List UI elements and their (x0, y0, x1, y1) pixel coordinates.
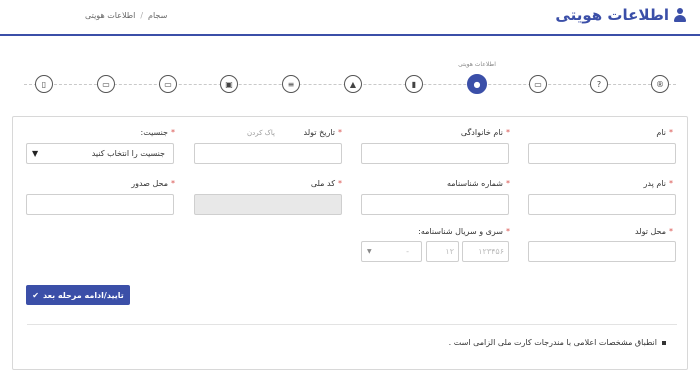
series-letter-select[interactable]: - ▼ (361, 241, 422, 262)
issue-place-label: *محل صدور (131, 179, 175, 188)
national-code-label: *کد ملی (310, 179, 342, 188)
step-question-icon[interactable]: ? (590, 75, 608, 93)
birth-place-input[interactable] (528, 241, 676, 262)
identity-form: *نام *نام خانوادگی *تاریخ تولد پاک کردن … (12, 116, 688, 370)
breadcrumb: سجام / اطلاعات هویتی (85, 11, 167, 20)
step-document-icon[interactable]: ▯ (35, 75, 53, 93)
submit-label: تایید/ادامه مرحله بعد (42, 290, 124, 300)
breadcrumb-separator: / (140, 11, 144, 20)
step-credit-card-icon[interactable]: ▭ (97, 75, 115, 93)
page-title: اطلاعات هویتی (555, 6, 686, 24)
page-header: اطلاعات هویتی سجام / اطلاعات هویتی (0, 0, 700, 36)
birth-place-label: *محل تولد (634, 227, 673, 236)
chevron-down-icon: ▼ (32, 149, 39, 158)
series-number-input[interactable]: ۱۲ (426, 241, 459, 262)
serial-number-input[interactable]: ۱۲۳۴۵۶ (462, 241, 509, 262)
father-label: *نام پدر (643, 179, 673, 188)
issue-place-input[interactable] (26, 194, 174, 215)
user-icon (674, 8, 686, 22)
birth-date-input[interactable] (194, 143, 342, 164)
step-bookmark-icon[interactable]: ▮ (405, 75, 423, 93)
submit-button[interactable]: تایید/ادامه مرحله بعد ✔ (26, 285, 130, 305)
step-briefcase-icon[interactable]: ▣ (220, 75, 238, 93)
check-icon: ✔ (32, 290, 39, 300)
serial-label: *سری و سریال شناسنامه: (418, 227, 510, 236)
form-divider (27, 324, 677, 325)
progress-stepper: اطلاعات هویتی ® ? ▭ ● ▮ ▲ ≡ ▣ ▭ ▭ ▯ (14, 58, 686, 108)
chevron-down-icon: ▼ (367, 248, 372, 255)
national-code-input (194, 194, 342, 215)
series-letter-value: - (406, 247, 409, 256)
gender-select-value: جنسیت را انتخاب کنید (91, 149, 165, 158)
family-input[interactable] (361, 143, 509, 164)
series-number-placeholder: ۱۲ (445, 247, 454, 256)
step-money-icon[interactable]: ▭ (159, 75, 177, 93)
step-registered-icon[interactable]: ® (651, 75, 669, 93)
family-label: *نام خانوادگی (460, 128, 510, 137)
step-list-icon[interactable]: ≡ (282, 75, 300, 93)
page-title-text: اطلاعات هویتی (555, 6, 669, 24)
cert-no-label: *شماره شناسنامه (446, 179, 510, 188)
name-label: *نام (656, 128, 673, 137)
cert-no-input[interactable] (361, 194, 509, 215)
step-id-card-icon[interactable]: ▭ (529, 75, 547, 93)
name-input[interactable] (528, 143, 676, 164)
active-step-label: اطلاعات هویتی (458, 61, 496, 68)
notice-text: انطباق مشخصات اعلامی با مندرجات کارت ملی… (448, 338, 657, 347)
serial-number-placeholder: ۱۲۳۴۵۶ (478, 247, 504, 256)
father-input[interactable] (528, 194, 676, 215)
gender-label: *جنسیت: (140, 128, 175, 137)
breadcrumb-current: اطلاعات هویتی (85, 11, 136, 20)
step-fingerprint-icon[interactable]: ● (467, 74, 487, 94)
step-graduation-cap-icon[interactable]: ▲ (344, 75, 362, 93)
breadcrumb-home[interactable]: سجام (148, 11, 167, 20)
birth-date-label: *تاریخ تولد (303, 128, 342, 137)
clear-date-link[interactable]: پاک کردن (247, 129, 275, 137)
gender-select[interactable]: جنسیت را انتخاب کنید ▼ (26, 143, 174, 164)
note-bullet (662, 341, 666, 345)
